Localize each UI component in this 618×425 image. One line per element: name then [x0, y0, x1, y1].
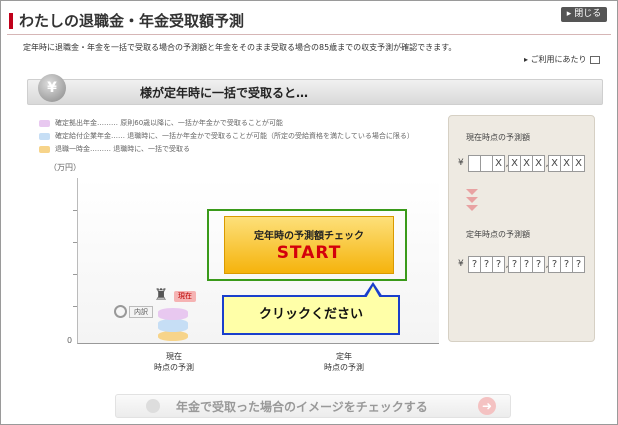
y-tick — [73, 242, 77, 243]
help-link[interactable]: ▸ ご利用にあたり — [524, 54, 600, 65]
legend-desc: 原則60歳以降に、一括か年金かで受取ることが可能 — [120, 119, 283, 127]
start-subtitle: 定年時の予測額チェック — [254, 231, 364, 242]
x-label-retire: 定年 時点の予測 — [314, 351, 374, 373]
start-label: START — [276, 243, 342, 263]
click-callout: クリックください — [222, 295, 400, 335]
y-tick — [73, 274, 77, 275]
chevron-down-icon — [466, 189, 478, 195]
page-title: わたしの退職金・年金受取額予測 — [19, 12, 245, 30]
summary-banner: ¥ 様が定年時に一括で受取ると… — [27, 74, 603, 105]
legend-item: 退職一時金……… 退職時に、一括で受取る — [39, 144, 190, 154]
legend-swatch — [39, 119, 50, 127]
retire-forecast-label: 定年時点の予測額 — [466, 230, 530, 239]
arrow-right-icon: ➜ — [478, 397, 496, 415]
legend-item: 確定拠出年金……… 原則60歳以降に、一括か年金かで受取ることが可能 — [39, 118, 283, 128]
app-window: わたしの退職金・年金受取額予測 ▸ 閉じる 定年時に退職金・年金を一括で受取る場… — [0, 0, 618, 425]
chevron-down-icon — [466, 197, 478, 203]
pension-check-button[interactable]: 年金で受取った場合のイメージをチェックする ➜ — [115, 394, 511, 418]
y-tick — [73, 210, 77, 211]
x-label-line: 時点の予測 — [324, 363, 364, 372]
x-label-line: 時点の予測 — [154, 363, 194, 372]
current-forecast-label: 現在時点の予測額 — [466, 133, 530, 142]
breakdown-button[interactable]: 内訳 — [114, 305, 153, 318]
x-label-line: 定年 — [336, 352, 352, 361]
page-description: 定年時に退職金・年金を一括で受取る場合の予測額と年金をそのまま受取る場合の85歳… — [23, 43, 457, 52]
close-label: 閉じる — [574, 9, 602, 19]
now-badge: 現在 — [174, 291, 196, 302]
legend-name: 退職一時金 — [55, 145, 90, 153]
legend-item: 確定給付企業年金…… 退職時に、一括か年金かで受取ることが可能（所定の受給資格を… — [39, 131, 414, 141]
digit-box: ? — [572, 256, 585, 273]
legend-name: 確定拠出年金 — [55, 119, 97, 127]
digit-box: ? — [492, 256, 505, 273]
chevron-down-icon — [466, 205, 478, 211]
yen-sign: ¥ — [458, 158, 464, 168]
legend-name: 確定給付企業年金 — [55, 132, 111, 140]
bar-segment — [158, 331, 188, 341]
breakdown-label: 内訳 — [129, 305, 153, 318]
callout-text: クリックください — [258, 307, 363, 322]
y-tick — [73, 306, 77, 307]
digit-box: X — [572, 155, 585, 172]
current-forecast-digits: X , X X X , X X X — [468, 155, 585, 172]
close-button[interactable]: ▸ 閉じる — [561, 7, 607, 22]
digit-box: X — [532, 155, 545, 172]
person-icon: ♜ — [154, 285, 169, 304]
start-highlight: 定年時の予測額チェック START — [207, 209, 407, 281]
x-label-now: 現在 時点の予測 — [144, 351, 204, 373]
callout-tail-fill — [366, 286, 380, 298]
help-link-label: ご利用にあたり — [530, 55, 587, 64]
legend-desc: 退職時に、一括か年金かで受取ることが可能（所定の受給資格を満たしている場合に限る… — [127, 132, 414, 140]
legend-swatch — [39, 132, 50, 140]
money-bag-icon: ¥ — [38, 74, 66, 102]
legend-swatch — [39, 145, 50, 153]
forecast-panel: 現在時点の予測額 ¥ X , X X X , X X X 定年時点の予測額 ¥ … — [448, 115, 595, 342]
window-icon — [589, 55, 600, 64]
magnifier-icon — [114, 305, 127, 318]
retire-forecast-digits: ? ? ? , ? ? ? , ? ? ? — [468, 256, 585, 273]
bar-segment — [158, 319, 188, 332]
start-button[interactable]: 定年時の予測額チェック START — [224, 216, 394, 274]
digit-box: ? — [532, 256, 545, 273]
legend-desc: 退職時に、一括で受取る — [113, 145, 191, 153]
banner-text: 様が定年時に一括で受取ると… — [140, 86, 309, 100]
bar-segment — [158, 308, 188, 320]
y-axis-unit: （万円） — [49, 163, 81, 172]
y-zero-label: 0 — [67, 336, 73, 345]
yen-sign: ¥ — [458, 259, 464, 269]
title-accent — [9, 13, 13, 29]
digit-box: X — [492, 155, 505, 172]
title-divider — [7, 34, 611, 35]
x-label-line: 現在 — [166, 352, 182, 361]
pension-check-label: 年金で受取った場合のイメージをチェックする — [176, 400, 428, 414]
coins-icon — [146, 399, 160, 413]
